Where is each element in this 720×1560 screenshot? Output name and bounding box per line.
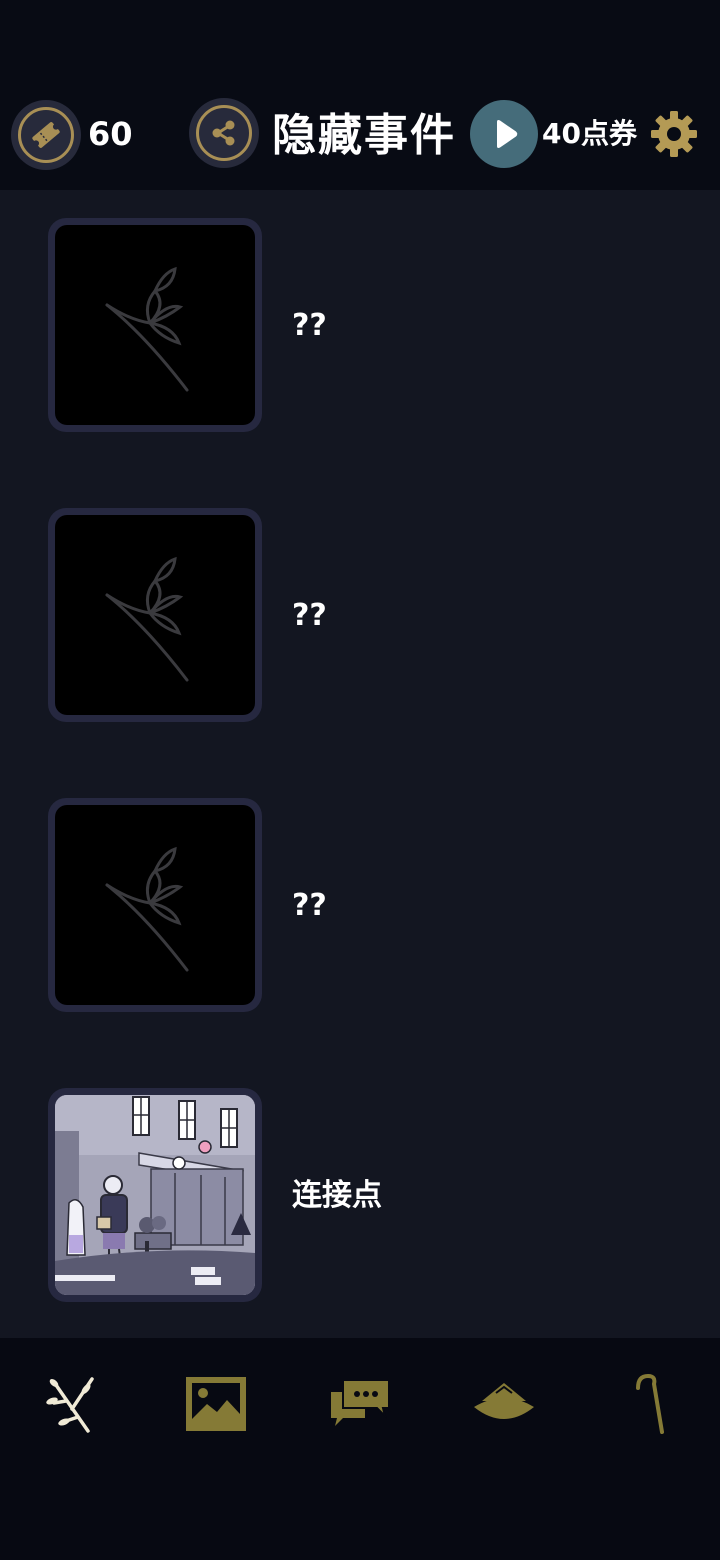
watch-ad-button[interactable] xyxy=(470,100,538,168)
event-thumbnail xyxy=(48,508,262,722)
event-label: ?? xyxy=(292,888,327,923)
page-title: 隐藏事件 xyxy=(272,110,456,161)
ticket-icon xyxy=(18,107,74,163)
event-item-3[interactable]: ?? xyxy=(0,798,720,1012)
app-screen: 60 隐藏事件 40点券 ?? ?? ?? 连接点 xyxy=(0,0,720,1560)
event-thumbnail xyxy=(48,1088,262,1302)
share-icon xyxy=(196,105,252,161)
tab-messages[interactable] xyxy=(324,1368,396,1440)
tab-sprig[interactable] xyxy=(36,1368,108,1440)
ticket-button[interactable] xyxy=(11,100,81,170)
ticket-count: 60 xyxy=(88,115,133,153)
street-scene-illustration xyxy=(55,1095,255,1295)
event-label: ?? xyxy=(292,308,327,343)
bottom-nav xyxy=(0,1338,720,1560)
event-thumbnail xyxy=(48,798,262,1012)
share-button[interactable] xyxy=(189,98,259,168)
locked-flower-icon xyxy=(105,266,189,392)
gear-icon xyxy=(651,111,697,157)
settings-button[interactable] xyxy=(650,110,698,158)
event-item-2[interactable]: ?? xyxy=(0,508,720,722)
locked-flower-icon xyxy=(105,846,189,972)
picture-icon xyxy=(186,1377,246,1431)
locked-flower-icon xyxy=(105,556,189,682)
event-label: 连接点 xyxy=(292,1178,382,1213)
sprig-icon xyxy=(46,1377,94,1433)
play-icon xyxy=(497,120,518,148)
event-thumbnail xyxy=(48,218,262,432)
event-item-1[interactable]: ?? xyxy=(0,218,720,432)
event-item-4[interactable]: 连接点 xyxy=(0,1088,720,1302)
chat-bubbles-icon xyxy=(331,1379,390,1426)
top-bar: 60 隐藏事件 40点券 xyxy=(0,0,720,190)
tab-items[interactable] xyxy=(612,1368,684,1440)
cane-icon xyxy=(636,1373,664,1434)
tab-character[interactable] xyxy=(468,1368,540,1440)
hat-icon xyxy=(474,1383,534,1419)
voucher-label: 40点券 xyxy=(542,117,637,150)
event-label: ?? xyxy=(292,598,327,633)
tab-gallery[interactable] xyxy=(180,1368,252,1440)
